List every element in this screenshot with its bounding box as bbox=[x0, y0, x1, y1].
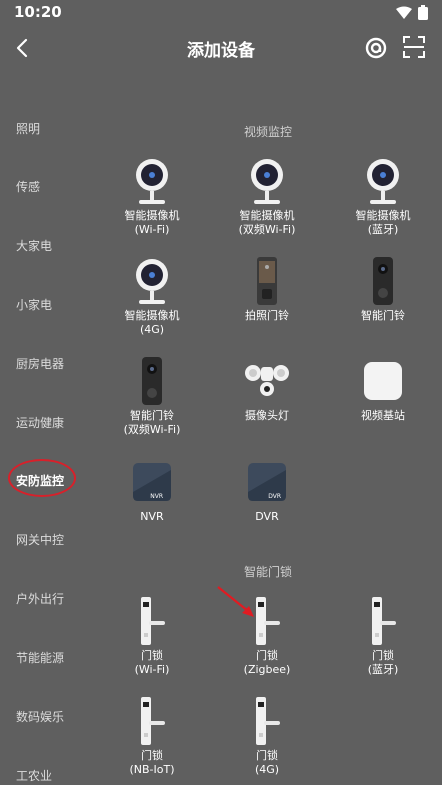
device-name: 视频基站 bbox=[361, 409, 405, 422]
device-name: 门锁 bbox=[141, 649, 163, 662]
status-time: 10:20 bbox=[14, 3, 62, 21]
device-name: 智能摄像机 bbox=[124, 209, 180, 222]
sidebar-item-outdoor[interactable]: 户外出行 bbox=[16, 590, 64, 607]
header: 添加设备 bbox=[0, 26, 442, 72]
device-name: 智能摄像机 bbox=[124, 309, 180, 322]
device-name: DVR bbox=[255, 510, 279, 523]
sidebar-item-health[interactable]: 运动健康 bbox=[16, 414, 64, 431]
photo-doorbell-icon bbox=[243, 257, 291, 305]
nvr-tag: NVR bbox=[150, 493, 163, 500]
device-lock-wifi[interactable]: 门锁 (Wi-Fi) bbox=[97, 597, 207, 677]
device-lock-4g[interactable]: 门锁 (4G) bbox=[212, 697, 322, 777]
device-lock-bluetooth[interactable]: 门锁 (蓝牙) bbox=[328, 597, 438, 677]
device-name: 拍照门铃 bbox=[245, 309, 289, 322]
device-name: 门锁 bbox=[372, 649, 394, 662]
battery-icon bbox=[418, 5, 428, 20]
nvr-icon: NVR bbox=[128, 458, 176, 506]
sidebar-item-lighting[interactable]: 照明 bbox=[16, 120, 40, 137]
device-name: 智能摄像机 bbox=[239, 209, 295, 222]
device-name: NVR bbox=[140, 510, 164, 523]
device-variant: (Wi-Fi) bbox=[134, 663, 170, 676]
door-lock-icon bbox=[128, 597, 176, 645]
section-title-locks: 智能门锁 bbox=[244, 565, 293, 579]
device-name: 门锁 bbox=[256, 749, 278, 762]
red-arrow-annotation bbox=[217, 586, 254, 617]
base-station-icon bbox=[359, 357, 407, 405]
dvr-icon: DVR bbox=[243, 458, 291, 506]
device-camera-4g[interactable]: 智能摄像机 (4G) bbox=[97, 257, 207, 337]
sidebar-item-gateway[interactable]: 网关中控 bbox=[16, 531, 64, 548]
sidebar-item-small-appliance[interactable]: 小家电 bbox=[16, 296, 52, 313]
sidebar-item-large-appliance[interactable]: 大家电 bbox=[16, 237, 52, 254]
device-variant: (4G) bbox=[254, 763, 280, 776]
device-camera-wifi[interactable]: 智能摄像机 (Wi-Fi) bbox=[97, 157, 207, 237]
device-variant: (Zigbee) bbox=[243, 663, 291, 676]
door-lock-icon bbox=[359, 597, 407, 645]
device-name: 智能门铃 bbox=[130, 409, 174, 422]
doorbell-icon bbox=[359, 257, 407, 305]
device-name: 门锁 bbox=[141, 749, 163, 762]
door-lock-icon bbox=[128, 697, 176, 745]
wifi-icon bbox=[396, 6, 412, 19]
device-variant: (蓝牙) bbox=[367, 663, 399, 676]
sidebar-item-sensor[interactable]: 传感 bbox=[16, 178, 40, 195]
sidebar-item-industry[interactable]: 工农业 bbox=[16, 767, 52, 784]
camera-icon bbox=[243, 157, 291, 205]
device-camera-bluetooth[interactable]: 智能摄像机 (蓝牙) bbox=[328, 157, 438, 237]
device-nvr[interactable]: NVR NVR bbox=[97, 458, 207, 524]
device-dvr[interactable]: DVR DVR bbox=[212, 458, 322, 524]
section-title-video: 视频监控 bbox=[244, 125, 293, 139]
device-camera-light[interactable]: 摄像头灯 bbox=[212, 357, 322, 423]
device-name: 门锁 bbox=[256, 649, 278, 662]
device-smart-doorbell[interactable]: 智能门铃 bbox=[328, 257, 438, 323]
device-variant: (Wi-Fi) bbox=[134, 223, 170, 236]
device-camera-dualband[interactable]: 智能摄像机 (双频Wi-Fi) bbox=[212, 157, 322, 237]
device-variant: (NB-IoT) bbox=[129, 763, 175, 776]
device-variant: (蓝牙) bbox=[367, 223, 399, 236]
scan-icon[interactable] bbox=[403, 36, 425, 58]
device-lock-nbiot[interactable]: 门锁 (NB-IoT) bbox=[97, 697, 207, 777]
dvr-tag: DVR bbox=[268, 493, 281, 500]
device-variant: (双频Wi-Fi) bbox=[238, 223, 296, 236]
highlight-circle bbox=[8, 459, 76, 497]
status-icons bbox=[396, 5, 428, 20]
device-base-station[interactable]: 视频基站 bbox=[328, 357, 438, 423]
door-lock-icon bbox=[243, 697, 291, 745]
status-bar: 10:20 bbox=[0, 0, 442, 26]
sidebar-item-digital[interactable]: 数码娱乐 bbox=[16, 708, 64, 725]
device-variant: (4G) bbox=[139, 323, 165, 336]
device-name: 智能门铃 bbox=[361, 309, 405, 322]
camera-light-icon bbox=[243, 357, 291, 405]
device-name: 摄像头灯 bbox=[245, 409, 289, 422]
device-name: 智能摄像机 bbox=[355, 209, 411, 222]
camera-icon bbox=[359, 157, 407, 205]
sidebar-item-kitchen[interactable]: 厨房电器 bbox=[16, 355, 64, 372]
search-device-icon[interactable] bbox=[364, 36, 388, 60]
device-photo-doorbell[interactable]: 拍照门铃 bbox=[212, 257, 322, 323]
device-smart-doorbell-dualband[interactable]: 智能门铃 (双频Wi-Fi) bbox=[97, 357, 207, 437]
doorbell-icon bbox=[128, 357, 176, 405]
sidebar-item-energy[interactable]: 节能能源 bbox=[16, 649, 64, 666]
camera-icon bbox=[128, 257, 176, 305]
camera-icon bbox=[128, 157, 176, 205]
device-variant: (双频Wi-Fi) bbox=[123, 423, 181, 436]
